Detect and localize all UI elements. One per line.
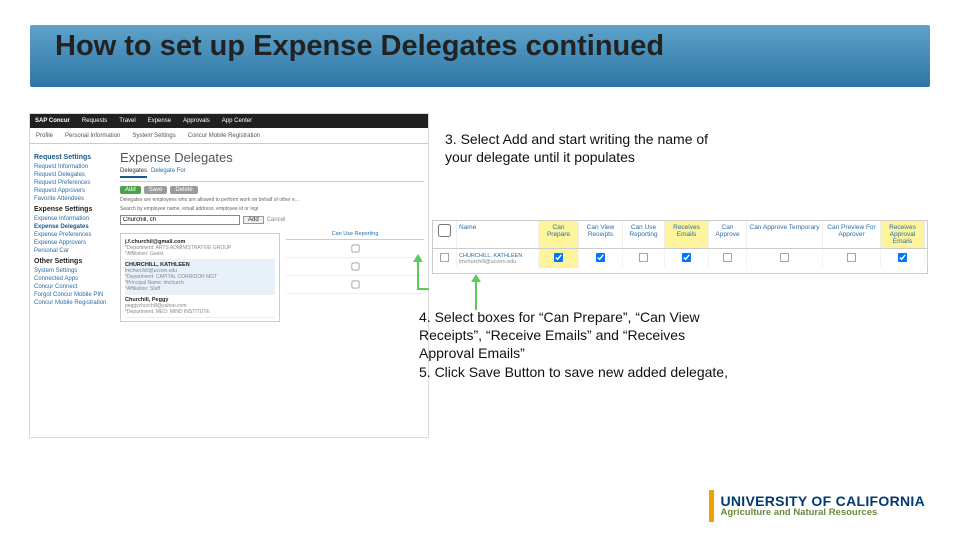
cb-row-1[interactable]	[351, 245, 359, 253]
footer-logo: UNIVERSITY OF CALIFORNIA Agriculture and…	[709, 490, 925, 522]
search-dropdown: j.f.churchil@gmail.com *Department: ARTS…	[120, 233, 280, 322]
add-button[interactable]: Add	[120, 186, 141, 194]
receives-approval-emails-checkbox[interactable]	[898, 253, 907, 262]
concur-heading: Expense Delegates	[120, 150, 424, 165]
footer-university: UNIVERSITY OF CALIFORNIA	[720, 494, 925, 509]
dropdown-selected-row[interactable]: CHURCHILL, KATHLEEN lmchurchill@uconn.ed…	[125, 260, 275, 295]
delete-button[interactable]: Delete	[170, 186, 197, 194]
concur-sidebar: Request Settings Request Information Req…	[30, 144, 116, 328]
can-prepare-checkbox[interactable]	[554, 253, 563, 262]
concur-brand: SAP Concur	[35, 118, 70, 124]
table-row: CHURCHILL, KATHLEEN lmchurchill@uconn.ed…	[433, 249, 927, 268]
arrow-up-icon	[475, 280, 477, 310]
can-approve-checkbox[interactable]	[723, 253, 732, 262]
delegate-permissions-table: Name Can Prepare Can View Receipts Can U…	[432, 220, 928, 274]
can-view-receipts-checkbox[interactable]	[596, 253, 605, 262]
row-select-checkbox[interactable]	[440, 253, 449, 262]
instruction-step-3: 3. Select Add and start writing the name…	[445, 130, 715, 166]
delegate-search-input[interactable]	[120, 215, 240, 225]
arrow-connector-icon	[417, 260, 419, 288]
add-small-button[interactable]: Add	[243, 216, 264, 224]
can-use-reporting-checkbox[interactable]	[639, 253, 648, 262]
concur-subnav: Profile Personal Information System Sett…	[30, 128, 428, 144]
concur-main: Expense Delegates Delegates Delegate For…	[116, 144, 428, 328]
concur-screenshot: SAP Concur Requests Travel Expense Appro…	[29, 113, 429, 438]
footer-accent-bar	[709, 490, 714, 522]
footer-division: Agriculture and Natural Resources	[720, 508, 925, 518]
table-select-all-checkbox[interactable]	[438, 224, 451, 237]
can-preview-for-approver-checkbox[interactable]	[847, 253, 856, 262]
can-approve-temporary-checkbox[interactable]	[780, 253, 789, 262]
arrow-connector-h-icon	[417, 288, 429, 290]
cancel-link[interactable]: Cancel	[267, 217, 286, 223]
receives-emails-checkbox[interactable]	[682, 253, 691, 262]
save-button[interactable]: Save	[144, 186, 168, 194]
cb-row-2[interactable]	[351, 263, 359, 271]
instruction-steps-4-5: 4. Select boxes for “Can Prepare”, “Can …	[419, 308, 729, 381]
page-title: How to set up Expense Delegates continue…	[55, 30, 664, 63]
concur-topnav: SAP Concur Requests Travel Expense Appro…	[30, 114, 428, 128]
cb-row-3[interactable]	[351, 281, 359, 289]
concur-tabs: Delegates Delegate For	[120, 168, 424, 182]
